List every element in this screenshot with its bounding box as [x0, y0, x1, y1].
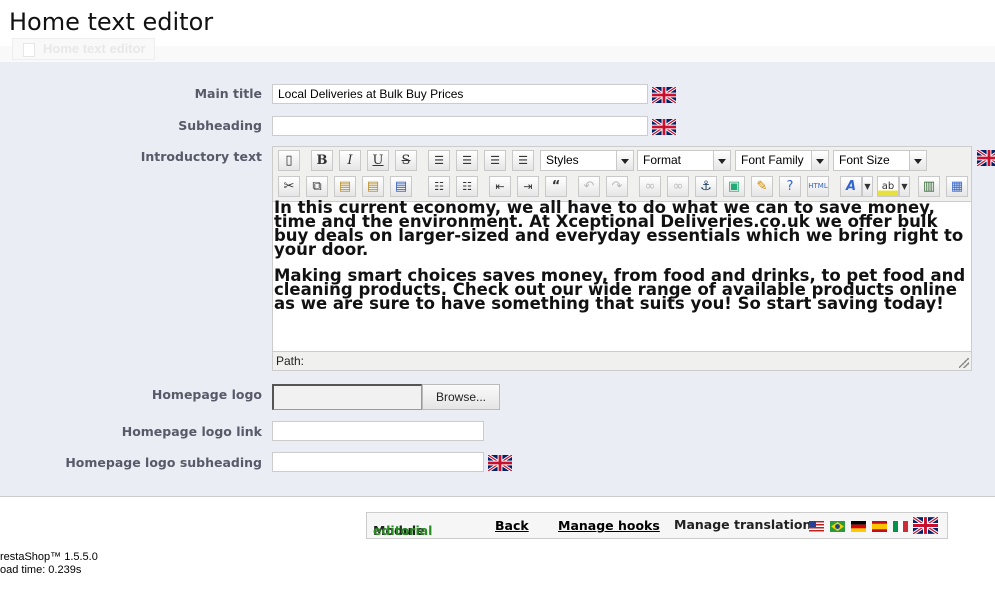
homepage-logo-label: Homepage logo: [151, 387, 262, 402]
html-source-icon[interactable]: HTML: [807, 176, 829, 197]
template-icon[interactable]: ▦: [946, 176, 968, 197]
paste-word-icon[interactable]: ▤: [390, 176, 412, 197]
manage-hooks-link[interactable]: Manage hooks: [558, 518, 660, 533]
chevron-down-icon: [713, 151, 730, 170]
align-left-icon[interactable]: ☰: [428, 150, 450, 171]
editor-toolbar: ▯ B I U S ☰ ☰ ☰ ☰ Styles Format Font Fam…: [273, 147, 971, 202]
font-family-select[interactable]: Font Family: [735, 150, 829, 171]
undo-icon[interactable]: ↶: [578, 176, 600, 197]
unlink-icon[interactable]: ∞: [667, 176, 689, 197]
module-toolbar: Module editorial Back Manage hooks Manag…: [366, 512, 948, 539]
cleanup-brush-icon[interactable]: ✎: [751, 176, 773, 197]
homepage-logo-link-label: Homepage logo link: [121, 424, 262, 439]
uk-flag-icon[interactable]: [913, 517, 938, 534]
uk-flag-icon[interactable]: [977, 150, 995, 166]
text-color-icon[interactable]: A: [840, 176, 862, 197]
main-title-label: Main title: [194, 86, 262, 101]
homepage-logo-link-input[interactable]: [272, 421, 484, 441]
breadcrumb: Home text editor: [12, 38, 155, 60]
page-icon: [23, 43, 35, 57]
form-panel: Main title Subheading Introductory text …: [0, 62, 995, 497]
new-document-icon[interactable]: ▯: [278, 150, 300, 171]
manage-translations-label: Manage translations: [674, 517, 819, 532]
intro-paragraph-1: In this current economy, we all have to …: [274, 198, 964, 259]
homepage-logo-subheading-input[interactable]: [272, 452, 484, 472]
us-flag-icon[interactable]: [809, 521, 824, 532]
cut-icon[interactable]: ✂: [278, 176, 300, 197]
chevron-down-icon: [616, 151, 633, 170]
subheading-label: Subheading: [178, 118, 262, 133]
italic-button[interactable]: I: [339, 150, 361, 171]
uk-flag-icon[interactable]: [652, 87, 676, 103]
redo-icon[interactable]: ↷: [606, 176, 628, 197]
intro-text-label: Introductory text: [140, 149, 262, 164]
germany-flag-icon[interactable]: [851, 521, 866, 532]
rich-text-editor: ▯ B I U S ☰ ☰ ☰ ☰ Styles Format Font Fam…: [272, 146, 972, 371]
load-time-text: oad time: 0.239s: [0, 564, 82, 576]
blockquote-icon[interactable]: “: [545, 176, 567, 197]
styles-select[interactable]: Styles: [540, 150, 634, 171]
page-title: Home text editor: [9, 8, 214, 36]
uk-flag-icon[interactable]: [652, 119, 676, 135]
format-select[interactable]: Format: [637, 150, 731, 171]
help-icon[interactable]: ?: [779, 176, 801, 197]
intro-paragraph-2: Making smart choices saves money, from f…: [274, 266, 966, 313]
editor-path-bar: Path:: [273, 351, 971, 370]
bullet-list-icon[interactable]: ☷: [428, 176, 450, 197]
align-center-icon[interactable]: ☰: [456, 150, 478, 171]
align-justify-icon[interactable]: ☰: [512, 150, 534, 171]
image-icon[interactable]: ▣: [723, 176, 745, 197]
breadcrumb-label: Home text editor: [43, 41, 146, 56]
anchor-icon[interactable]: ⚓: [695, 176, 717, 197]
module-name: editorial: [373, 523, 433, 538]
bold-button[interactable]: B: [311, 150, 333, 171]
uk-flag-icon[interactable]: [488, 455, 512, 471]
link-icon[interactable]: ∞: [639, 176, 661, 197]
highlight-color-icon[interactable]: ab: [877, 176, 899, 197]
strikethrough-button[interactable]: S: [395, 150, 417, 171]
align-right-icon[interactable]: ☰: [484, 150, 506, 171]
copy-icon[interactable]: ⧉: [306, 176, 328, 197]
outdent-icon[interactable]: ⇤: [489, 176, 511, 197]
browse-button[interactable]: Browse...: [422, 384, 500, 410]
back-link[interactable]: Back: [495, 518, 529, 533]
version-text: restaShop™ 1.5.5.0: [0, 551, 98, 563]
text-color-dropdown-icon[interactable]: ▼: [862, 176, 873, 197]
font-size-select[interactable]: Font Size: [833, 150, 927, 171]
italy-flag-icon[interactable]: [893, 521, 908, 532]
file-path-field[interactable]: [272, 384, 422, 410]
indent-icon[interactable]: ⇥: [517, 176, 539, 197]
path-label: Path:: [276, 354, 305, 368]
underline-button[interactable]: U: [367, 150, 389, 171]
styles-select-label: Styles: [546, 153, 579, 167]
highlight-color-dropdown-icon[interactable]: ▼: [899, 176, 910, 197]
paste-text-icon[interactable]: ▤: [362, 176, 384, 197]
chevron-down-icon: [909, 151, 926, 170]
resize-handle-icon[interactable]: [959, 358, 969, 368]
format-select-label: Format: [643, 153, 682, 167]
main-title-input[interactable]: [272, 84, 648, 104]
subheading-input[interactable]: [272, 116, 648, 136]
brazil-flag-icon[interactable]: [830, 521, 845, 532]
paste-icon[interactable]: ▤: [334, 176, 356, 197]
font-size-select-label: Font Size: [839, 153, 890, 167]
font-family-select-label: Font Family: [741, 153, 804, 167]
homepage-logo-subheading-label: Homepage logo subheading: [65, 455, 262, 470]
numbered-list-icon[interactable]: ☷: [456, 176, 478, 197]
chevron-down-icon: [811, 151, 828, 170]
media-film-icon[interactable]: ▥: [918, 176, 940, 197]
spain-flag-icon[interactable]: [872, 521, 887, 532]
editor-content-area[interactable]: In this current economy, we all have to …: [273, 198, 971, 351]
